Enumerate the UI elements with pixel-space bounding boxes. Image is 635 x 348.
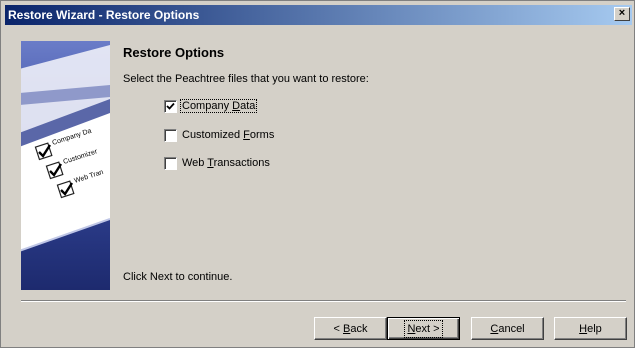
customized-forms-checkbox[interactable]	[164, 128, 177, 142]
company-data-checkbox[interactable]	[164, 99, 177, 113]
back-button-label: < Back	[333, 322, 368, 335]
option-customized-forms[interactable]: Customized Forms	[164, 128, 275, 142]
page-title: Restore Options	[123, 45, 225, 60]
web-transactions-checkbox[interactable]	[164, 156, 177, 170]
help-button-label: Help	[579, 322, 602, 335]
help-button[interactable]: Help	[554, 317, 627, 340]
next-button-label: Next >	[404, 319, 443, 338]
wizard-side-illustration: Company Da Customizer Web Tran	[21, 41, 110, 290]
company-data-label[interactable]: Company Data	[179, 99, 258, 113]
window-title: Restore Wizard - Restore Options	[8, 8, 200, 22]
web-transactions-label[interactable]: Web Transactions	[181, 157, 271, 169]
back-button[interactable]: < Back	[314, 317, 387, 340]
title-bar[interactable]: Restore Wizard - Restore Options ×	[5, 5, 632, 25]
next-button[interactable]: Next >	[387, 317, 460, 340]
continue-hint: Click Next to continue.	[123, 271, 233, 283]
option-web-transactions[interactable]: Web Transactions	[164, 156, 271, 170]
checkmark-icon	[166, 102, 175, 110]
close-button[interactable]: ×	[614, 7, 630, 21]
cancel-button[interactable]: Cancel	[471, 317, 544, 340]
restore-wizard-dialog: Restore Wizard - Restore Options × Compa…	[0, 0, 635, 348]
footer-separator	[21, 300, 626, 302]
cancel-button-label: Cancel	[490, 322, 525, 335]
customized-forms-label[interactable]: Customized Forms	[181, 129, 275, 141]
close-icon: ×	[618, 7, 626, 19]
page-description: Select the Peachtree files that you want…	[123, 73, 369, 85]
option-company-data[interactable]: Company Data	[164, 99, 258, 113]
checklist-illustration-icon: Company Da Customizer Web Tran	[21, 41, 110, 290]
